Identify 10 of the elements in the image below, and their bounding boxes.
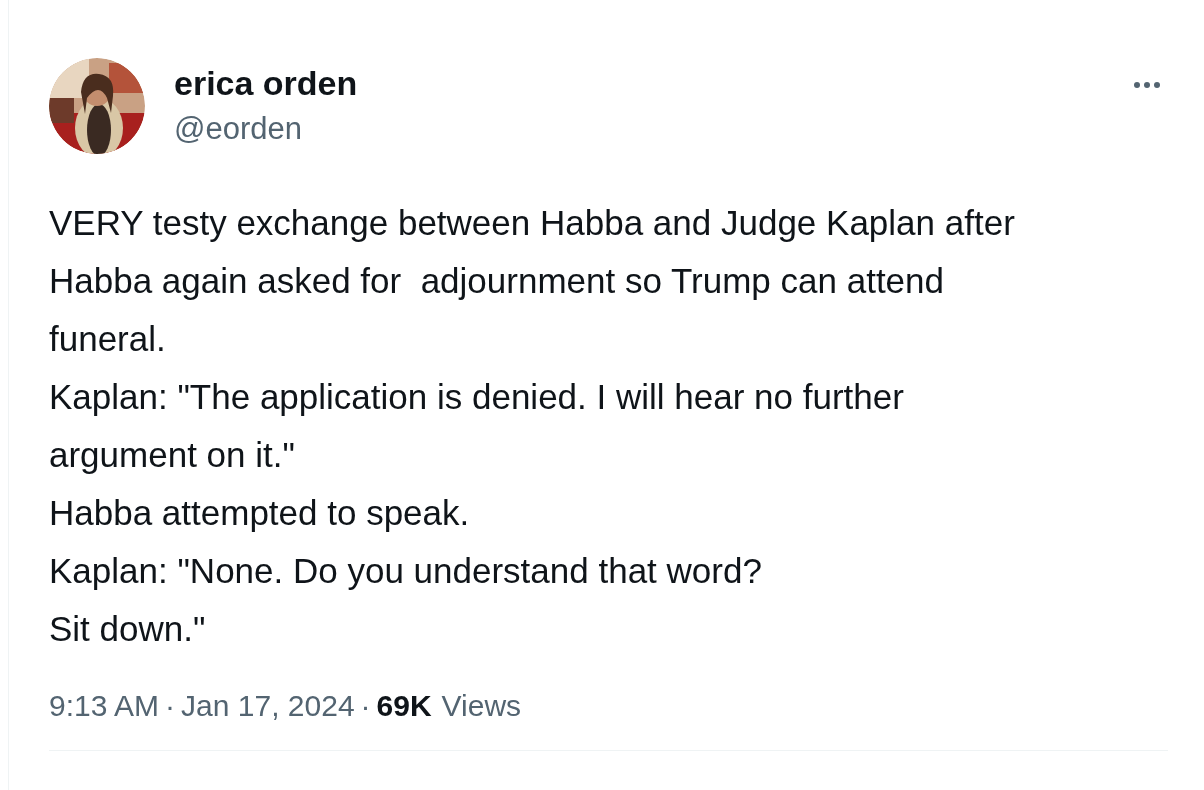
separator-dot: ·	[360, 688, 371, 724]
tweet-text: VERY testy exchange between Habba and Judge Kaplan after Habba again asked for adjournment so Trump can attend funeral. Kaplan: "The application is denied. I will hear no further argument on it." Habba attempted to speak. Kaplan: "None. Do you understand that word? Sit down."	[49, 202, 1016, 650]
footer-text[interactable]: 9:13 AM	[49, 686, 160, 726]
author-name[interactable]: erica orden	[174, 62, 358, 104]
footer-text[interactable]: Views	[441, 686, 522, 726]
view-count[interactable]: 69K	[376, 686, 432, 726]
separator-dot: ·	[165, 688, 176, 724]
more-options-icon[interactable]	[1132, 80, 1162, 90]
footer-text[interactable]: Jan 17, 2024	[181, 686, 355, 726]
author-handle[interactable]: @eorden	[174, 108, 358, 150]
